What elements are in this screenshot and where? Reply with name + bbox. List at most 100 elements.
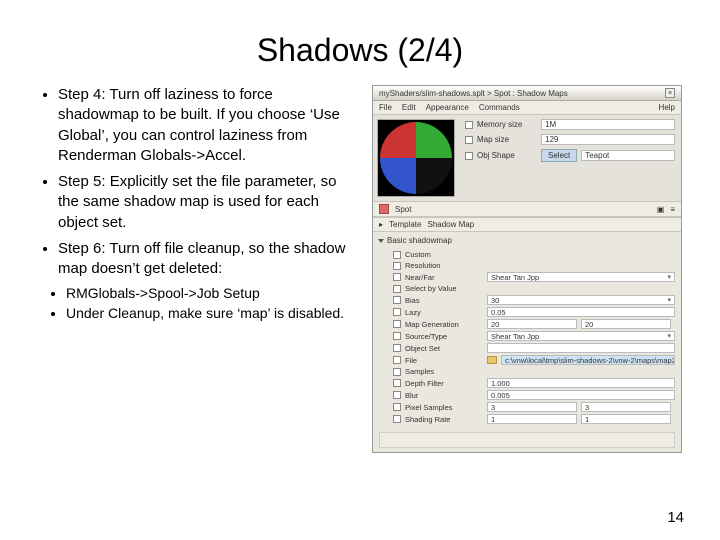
accordion-section: Basic shadowmap Custom Resolution Near/Far…: [373, 232, 681, 452]
field-label: Shading Rate: [405, 415, 483, 424]
form-row: Samples: [393, 367, 675, 376]
field-label: Source/Type: [405, 332, 483, 341]
sub-bullets: RMGlobals->Spool->Job Setup Under Cleanu…: [36, 285, 356, 321]
form-row: Depth Filter1.000: [393, 378, 675, 388]
field-input[interactable]: 1: [581, 414, 671, 424]
checkbox-icon[interactable]: [393, 262, 401, 270]
prop-row: Map size 129: [465, 134, 675, 145]
prop-label: Obj Shape: [477, 151, 537, 160]
checkbox-icon[interactable]: [393, 379, 401, 387]
close-button[interactable]: ×: [665, 88, 675, 98]
menu-appearance[interactable]: Appearance: [426, 103, 469, 112]
checkbox-icon[interactable]: [393, 285, 401, 293]
preview-circle-icon: [380, 122, 452, 194]
tab-name[interactable]: Spot: [395, 205, 411, 214]
bullet-step5: Step 5: Explicitly set the file paramete…: [58, 172, 356, 233]
checkbox-icon[interactable]: [393, 273, 401, 281]
checkbox-icon[interactable]: [465, 121, 473, 129]
checkbox-icon[interactable]: [393, 296, 401, 304]
menu-commands[interactable]: Commands: [479, 103, 520, 112]
checkbox-icon[interactable]: [393, 308, 401, 316]
preview-quadrant: [416, 122, 452, 158]
dropdown-field[interactable]: Shear Tan Jpp: [487, 331, 675, 341]
checkbox-icon[interactable]: [393, 332, 401, 340]
tab-bar-secondary: ▸ Template Shadow Map: [373, 217, 681, 232]
field-input[interactable]: 20: [487, 319, 577, 329]
text-column: Step 4: Turn off laziness to force shado…: [36, 85, 356, 453]
form-row: Select by Value: [393, 284, 675, 293]
tab-template[interactable]: Template: [389, 220, 421, 229]
view-icon[interactable]: ▣: [657, 205, 665, 214]
checkbox-icon[interactable]: [393, 415, 401, 423]
prop-field[interactable]: 129: [541, 134, 675, 145]
window-titlebar: myShaders/slim-shadows.splt > Spot : Sha…: [373, 86, 681, 101]
field-label: Pixel Samples: [405, 403, 483, 412]
field-input[interactable]: 0.05: [487, 307, 675, 317]
form-row: Resolution: [393, 261, 675, 270]
content-columns: Step 4: Turn off laziness to force shado…: [36, 85, 684, 453]
field-label: Lazy: [405, 308, 483, 317]
bullet-step4: Step 4: Turn off laziness to force shado…: [58, 85, 356, 166]
form-row: Bias30: [393, 295, 675, 305]
select-button[interactable]: Select: [541, 149, 577, 162]
main-bullets: Step 4: Turn off laziness to force shado…: [36, 85, 356, 279]
file-path-field[interactable]: c:\vnw\local\tmp\slim-shadows-2\vnw-2\ma…: [501, 355, 675, 365]
checkbox-icon[interactable]: [465, 152, 473, 160]
template-icon: ▸: [379, 220, 383, 229]
disclosure-triangle-icon: [378, 239, 384, 243]
checkbox-icon[interactable]: [393, 356, 401, 364]
view-icon[interactable]: ≡: [670, 205, 675, 214]
checkbox-icon[interactable]: [393, 320, 401, 328]
menu-help[interactable]: Help: [659, 103, 675, 112]
field-label: Samples: [405, 367, 483, 376]
sub-bullet-cleanup: Under Cleanup, make sure ‘map’ is disabl…: [66, 305, 356, 321]
checkbox-icon[interactable]: [393, 368, 401, 376]
field-label: Blur: [405, 391, 483, 400]
field-input[interactable]: 1: [487, 414, 577, 424]
field-input[interactable]: 3: [581, 402, 671, 412]
field-input[interactable]: 3: [487, 402, 577, 412]
form-row: Map Generation 20 20: [393, 319, 675, 329]
notes-area[interactable]: [379, 432, 675, 448]
checkbox-icon[interactable]: [393, 251, 401, 259]
preview-quadrant: [380, 122, 416, 158]
form-row: Near/FarShear Tan Jpp: [393, 272, 675, 282]
dropdown-field[interactable]: 30: [487, 295, 675, 305]
accordion-title: Basic shadowmap: [387, 236, 452, 245]
preview-quadrant: [416, 158, 452, 194]
accordion-header[interactable]: Basic shadowmap: [379, 236, 675, 245]
preview-properties: Memory size 1M Map size 129 Obj Shape Se…: [459, 115, 681, 201]
prop-row: Memory size 1M: [465, 119, 675, 130]
appearance-icon[interactable]: [379, 204, 389, 214]
checkbox-icon[interactable]: [393, 403, 401, 411]
checkbox-icon[interactable]: [393, 391, 401, 399]
field-input[interactable]: 1.000: [487, 378, 675, 388]
prop-field[interactable]: Teapot: [581, 150, 675, 161]
slide-title: Shadows (2/4): [36, 32, 684, 69]
prop-field[interactable]: 1M: [541, 119, 675, 130]
form-row: Shading Rate 11: [393, 414, 675, 424]
prop-label: Map size: [477, 135, 537, 144]
form-row: Custom: [393, 250, 675, 259]
preview-swatch[interactable]: [377, 119, 455, 197]
prop-row: Obj Shape Select Teapot: [465, 149, 675, 162]
field-label: Resolution: [405, 261, 483, 270]
menu-file[interactable]: File: [379, 103, 392, 112]
field-input[interactable]: [487, 343, 675, 353]
window-title: myShaders/slim-shadows.splt > Spot : Sha…: [379, 89, 568, 98]
field-input[interactable]: 20: [581, 319, 671, 329]
form-row: Source/Type Shear Tan Jpp: [393, 331, 675, 341]
field-label: File: [405, 356, 483, 365]
menu-edit[interactable]: Edit: [402, 103, 416, 112]
field-label: Map Generation: [405, 320, 483, 329]
preview-section: Memory size 1M Map size 129 Obj Shape Se…: [373, 115, 681, 201]
tab-shadowmap[interactable]: Shadow Map: [427, 220, 474, 229]
sub-bullet-rmglobals: RMGlobals->Spool->Job Setup: [66, 285, 356, 301]
checkbox-icon[interactable]: [465, 136, 473, 144]
tab-bar: Spot ▣ ≡: [373, 201, 681, 217]
field-input[interactable]: 0.005: [487, 390, 675, 400]
form-row: File c:\vnw\local\tmp\slim-shadows-2\vnw-…: [393, 355, 675, 365]
folder-icon[interactable]: [487, 356, 497, 364]
dropdown-field[interactable]: Shear Tan Jpp: [487, 272, 675, 282]
checkbox-icon[interactable]: [393, 344, 401, 352]
